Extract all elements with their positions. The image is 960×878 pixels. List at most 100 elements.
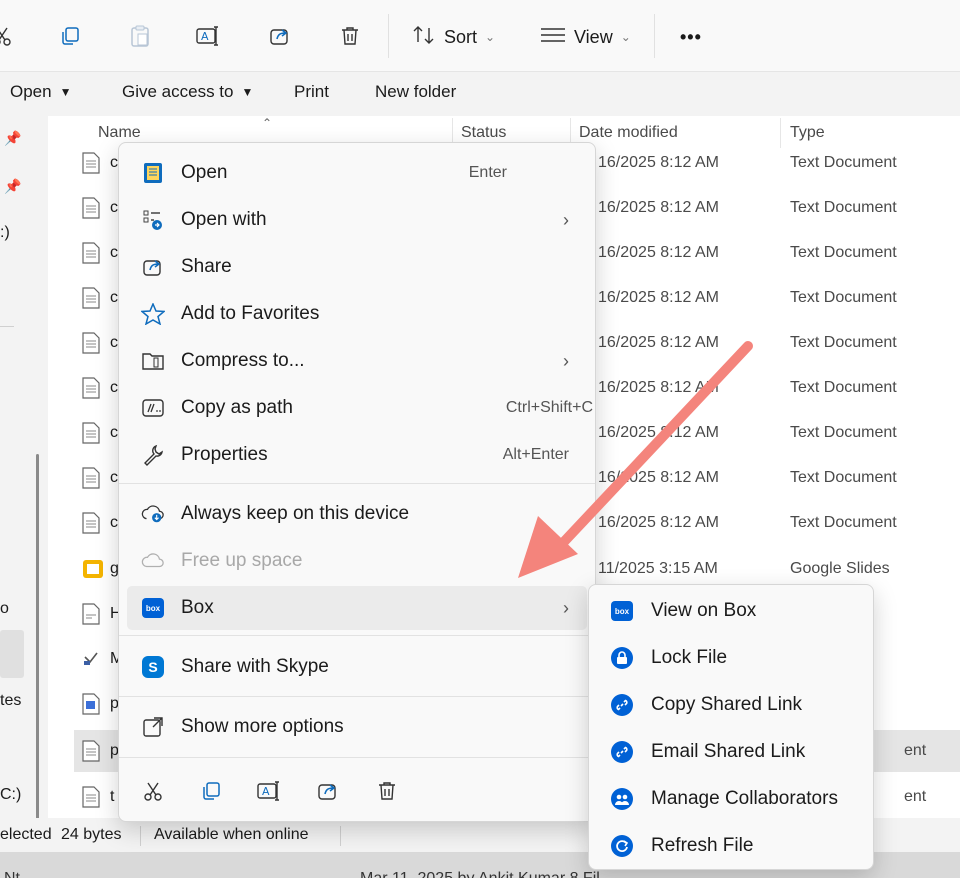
menu-item-label: Compress to... (181, 350, 305, 371)
external-open-icon (141, 715, 165, 739)
print-button[interactable]: Print (294, 82, 329, 102)
submenu-item-label: Copy Shared Link (651, 694, 803, 715)
submenu-item-label: View on Box (651, 600, 757, 621)
nav-scrollbar[interactable] (36, 454, 39, 824)
menu-item-label: Properties (181, 444, 268, 465)
menu-item-label: Open (181, 162, 228, 183)
nav-item-label[interactable]: :) (0, 224, 10, 242)
menu-separator (119, 757, 595, 758)
submenu-item-email-shared-link[interactable]: Email Shared Link (597, 730, 865, 774)
open-label: Open (10, 82, 52, 101)
cloud-icon (141, 549, 165, 573)
menu-item-share-with-skype[interactable]: S Share with Skype (127, 645, 587, 689)
file-date: 16/2025 8:12 AM (598, 199, 719, 216)
file-date: 16/2025 8:12 AM (598, 469, 719, 486)
column-header-date[interactable]: Date modified (579, 124, 678, 142)
submenu-item-label: Email Shared Link (651, 741, 806, 762)
menu-item-properties[interactable]: Properties Alt+Enter (127, 433, 587, 477)
column-header-name[interactable]: Name (98, 124, 141, 142)
markdown-file-icon (82, 648, 100, 675)
submenu-item-view-on-box[interactable]: box View on Box (597, 589, 865, 633)
file-name: c (110, 379, 118, 396)
submenu-item-copy-shared-link[interactable]: Copy Shared Link (597, 683, 865, 727)
open-dropdown-button[interactable]: Open ▼ (10, 82, 71, 102)
menu-item-add-to-favorites[interactable]: Add to Favorites (127, 292, 587, 336)
file-date: 16/2025 8:12 AM (598, 514, 719, 531)
text-file-icon (82, 197, 100, 224)
more-options-button[interactable]: ••• (680, 22, 702, 52)
menu-item-compress[interactable]: Compress to... › (127, 339, 587, 383)
compress-icon (141, 349, 165, 373)
collaborators-icon (611, 788, 633, 810)
menu-item-show-more-options[interactable]: Show more options (127, 705, 587, 749)
submenu-item-lock-file[interactable]: Lock File (597, 636, 865, 680)
pin-icon[interactable]: 📌 (4, 178, 21, 195)
share-icon (141, 255, 165, 279)
copy-icon[interactable] (195, 775, 227, 807)
chevron-right-icon: › (563, 350, 569, 371)
details-text: Nt (4, 870, 20, 878)
share-icon[interactable] (264, 20, 296, 52)
text-file-icon (82, 786, 100, 813)
column-header-type[interactable]: Type (790, 124, 825, 142)
menu-item-label: Box (181, 597, 214, 618)
nav-item-label[interactable]: o (0, 600, 9, 618)
open-app-icon (141, 161, 165, 185)
chevron-right-icon: › (563, 597, 569, 618)
file-type: ent (904, 788, 927, 805)
new-folder-button[interactable]: New folder (375, 82, 456, 102)
column-header-status[interactable]: Status (461, 124, 506, 142)
share-icon[interactable] (312, 775, 344, 807)
rename-icon[interactable]: A (192, 20, 224, 52)
nav-item-label[interactable]: tes (0, 692, 21, 710)
toolbar: A Sort ⌄ View ⌄ ••• (0, 0, 960, 72)
availability-status: Available when online (154, 826, 309, 843)
delete-icon[interactable] (371, 775, 403, 807)
sort-ascending-icon: ⌃ (262, 116, 273, 130)
menu-item-label: Open with (181, 209, 267, 230)
rename-icon[interactable]: A (253, 775, 285, 807)
file-name: c (110, 514, 118, 531)
menu-item-label: Copy as path (181, 397, 293, 418)
menu-separator (119, 696, 595, 697)
caret-down-icon: ▼ (59, 85, 72, 99)
file-name: c (110, 154, 118, 171)
cloud-download-icon (141, 502, 165, 526)
copy-icon[interactable] (54, 20, 86, 52)
navigation-pane: 📌 📌 :) o tes C:) (0, 116, 48, 826)
view-button[interactable]: View ⌄ (540, 22, 631, 52)
nav-item-selected[interactable] (0, 630, 24, 678)
chevron-down-icon: ⌄ (485, 30, 496, 44)
file-date: 16/2025 8:12 AM (598, 244, 719, 261)
menu-item-open-with[interactable]: Open with › (127, 198, 587, 242)
paste-icon[interactable] (124, 20, 156, 52)
box-icon: box (611, 600, 633, 622)
file-type: Text Document (790, 244, 897, 261)
cut-icon[interactable] (0, 20, 18, 52)
delete-icon[interactable] (334, 20, 366, 52)
file-name: t (110, 788, 115, 805)
view-label: View (574, 26, 613, 47)
menu-separator (119, 483, 595, 484)
sort-button[interactable]: Sort ⌄ (412, 22, 495, 52)
nav-divider (0, 326, 14, 327)
menu-item-shortcut: Enter (468, 164, 507, 181)
nav-item-label[interactable]: C:) (0, 786, 21, 804)
context-menu: Open Enter Open with › Share Add to Favo… (118, 142, 596, 822)
submenu-item-refresh-file[interactable]: Refresh File (597, 824, 865, 868)
pin-icon[interactable]: 📌 (4, 130, 21, 147)
cut-icon[interactable] (137, 775, 169, 807)
give-access-button[interactable]: Give access to ▼ (122, 82, 253, 102)
file-name: c (110, 289, 118, 306)
menu-item-free-up-space: Free up space (127, 539, 587, 583)
box-icon: box (141, 596, 165, 620)
text-file-icon (82, 512, 100, 539)
menu-item-copy-as-path[interactable]: Copy as path Ctrl+Shift+C (127, 386, 593, 430)
menu-item-label: Share with Skype (181, 656, 329, 677)
menu-item-share[interactable]: Share (127, 245, 587, 289)
menu-item-box[interactable]: box Box › (127, 586, 587, 630)
submenu-item-manage-collaborators[interactable]: Manage Collaborators (597, 777, 865, 821)
file-type: Text Document (790, 289, 897, 306)
menu-item-open[interactable]: Open Enter (127, 151, 587, 195)
menu-item-always-keep[interactable]: Always keep on this device (127, 492, 587, 536)
